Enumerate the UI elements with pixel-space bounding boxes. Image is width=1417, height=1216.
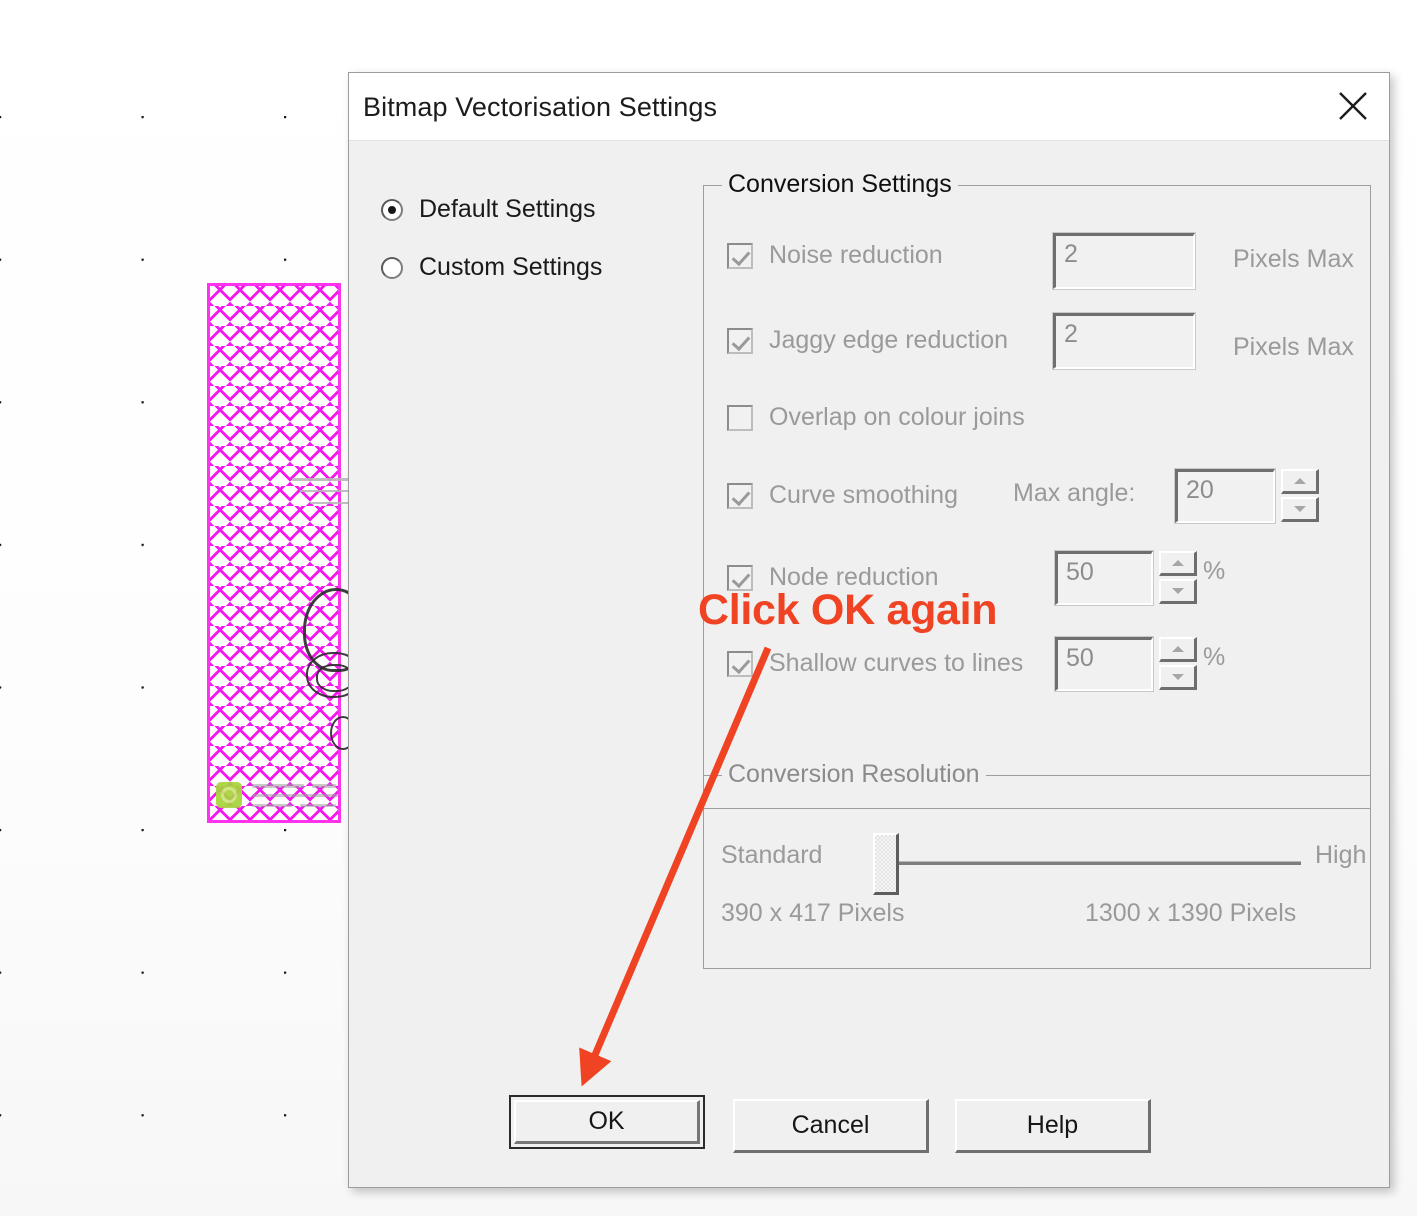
spinner-shallow-curves[interactable] xyxy=(1159,637,1197,691)
help-button[interactable]: Help xyxy=(955,1099,1151,1153)
dialog-titlebar: Bitmap Vectorisation Settings xyxy=(349,73,1389,141)
checkbox-jaggy-edge-reduction-box xyxy=(727,327,753,354)
radio-default-settings[interactable]: Default Settings xyxy=(381,195,596,224)
unit-shallow-curves: % xyxy=(1203,643,1226,671)
unit-jaggy-edge-reduction: Pixels Max xyxy=(1233,333,1354,361)
resolution-slider-track[interactable] xyxy=(887,861,1301,865)
radio-custom-settings[interactable]: Custom Settings xyxy=(381,253,602,282)
radio-custom-settings-label: Custom Settings xyxy=(419,253,603,281)
artwork-text-bar xyxy=(252,784,304,788)
selection-rectangle[interactable] xyxy=(207,283,341,823)
artwork-stroke xyxy=(292,478,350,481)
checkbox-overlap-on-colour-joins-box xyxy=(727,404,753,431)
spinner-node-reduction-down-icon[interactable] xyxy=(1159,579,1197,604)
input-shallow-curves[interactable]: 50 xyxy=(1054,636,1154,692)
checkbox-shallow-curves-to-lines[interactable]: Shallow curves to lines xyxy=(727,649,1023,678)
artwork-logo xyxy=(216,782,242,808)
artwork-stroke xyxy=(310,502,350,504)
slider-min-label: Standard xyxy=(721,841,823,869)
checkbox-shallow-curves-to-lines-box xyxy=(727,650,753,677)
checkbox-curve-smoothing[interactable]: Curve smoothing xyxy=(727,481,958,510)
checkbox-curve-smoothing-label: Curve smoothing xyxy=(769,481,958,509)
slider-max-label: High xyxy=(1315,841,1367,869)
close-icon[interactable] xyxy=(1323,77,1383,135)
label-max-angle: Max angle: xyxy=(1013,479,1136,507)
ok-button-inner: OK xyxy=(514,1100,700,1144)
resolution-slider-thumb[interactable] xyxy=(873,833,899,895)
input-max-angle[interactable]: 20 xyxy=(1174,468,1276,524)
checkbox-noise-reduction-label: Noise reduction xyxy=(769,241,943,269)
checkbox-shallow-curves-to-lines-label: Shallow curves to lines xyxy=(769,649,1024,677)
checkbox-jaggy-edge-reduction[interactable]: Jaggy edge reduction xyxy=(727,326,1008,355)
artwork-text-bar xyxy=(252,794,338,797)
checkbox-curve-smoothing-box xyxy=(727,482,753,509)
spinner-shallow-curves-up-icon[interactable] xyxy=(1159,637,1197,662)
artwork-stroke xyxy=(300,490,350,492)
cancel-button[interactable]: Cancel xyxy=(733,1099,929,1153)
input-node-reduction[interactable]: 50 xyxy=(1054,550,1154,606)
conversion-settings-group-title: Conversion Settings xyxy=(722,170,958,199)
checkbox-noise-reduction-box xyxy=(727,242,753,269)
annotation-label: Click OK again xyxy=(698,586,998,634)
input-noise-reduction[interactable]: 2 xyxy=(1052,232,1196,290)
ok-button[interactable]: OK xyxy=(509,1095,705,1149)
spinner-shallow-curves-down-icon[interactable] xyxy=(1159,665,1197,690)
artwork-text-bar xyxy=(300,804,336,807)
unit-node-reduction: % xyxy=(1203,557,1226,585)
checkbox-overlap-on-colour-joins[interactable]: Overlap on colour joins xyxy=(727,403,1025,432)
resolution-min-pixels: 390 x 417 Pixels xyxy=(721,899,905,927)
spinner-node-reduction[interactable] xyxy=(1159,551,1197,605)
spinner-max-angle-down-icon[interactable] xyxy=(1281,497,1319,522)
checkbox-noise-reduction[interactable]: Noise reduction xyxy=(727,241,943,270)
conversion-resolution-group: Conversion Resolution xyxy=(703,760,1371,969)
dialog-title: Bitmap Vectorisation Settings xyxy=(363,92,718,122)
radio-default-settings-label: Default Settings xyxy=(419,195,596,223)
spinner-node-reduction-up-icon[interactable] xyxy=(1159,551,1197,576)
resolution-max-pixels: 1300 x 1390 Pixels xyxy=(1085,899,1297,927)
unit-noise-reduction: Pixels Max xyxy=(1233,245,1354,273)
radio-custom-settings-dot xyxy=(381,256,403,279)
conversion-resolution-group-title: Conversion Resolution xyxy=(722,760,986,789)
spinner-max-angle-up-icon[interactable] xyxy=(1281,469,1319,494)
artwork-text-bar xyxy=(252,804,292,807)
input-jaggy-edge-reduction[interactable]: 2 xyxy=(1052,312,1196,370)
checkbox-overlap-on-colour-joins-label: Overlap on colour joins xyxy=(769,403,1025,431)
spinner-max-angle[interactable] xyxy=(1281,469,1319,523)
checkbox-jaggy-edge-reduction-label: Jaggy edge reduction xyxy=(769,326,1009,354)
artwork-text-bar xyxy=(312,784,336,788)
radio-default-settings-dot xyxy=(381,198,403,221)
